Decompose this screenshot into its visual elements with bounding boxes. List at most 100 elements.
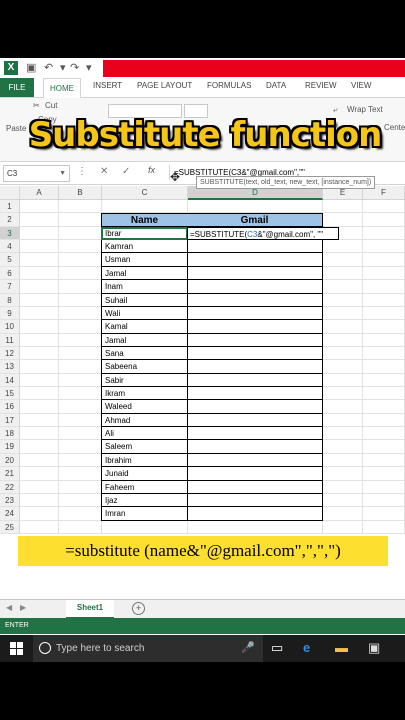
select-all-corner[interactable] bbox=[0, 186, 20, 200]
row-header[interactable]: 9 bbox=[0, 306, 20, 321]
row-header[interactable]: 18 bbox=[0, 427, 20, 441]
function-tooltip[interactable]: SUBSTITUTE(text, old_text, new_text, [in… bbox=[196, 176, 376, 189]
row-header[interactable]: 14 bbox=[0, 373, 20, 388]
scroll-left-icon[interactable]: ◀ bbox=[6, 603, 12, 612]
row-header[interactable]: 19 bbox=[0, 440, 20, 454]
name-cell[interactable]: Ali bbox=[101, 427, 188, 441]
row-header[interactable]: 21 bbox=[0, 467, 20, 481]
name-cell[interactable]: Jamal bbox=[101, 333, 188, 347]
windows-start-icon[interactable] bbox=[10, 642, 23, 655]
cancel-icon[interactable]: ✕ bbox=[100, 166, 108, 177]
tab-formulas[interactable]: FORMULAS bbox=[207, 81, 251, 90]
name-cell[interactable]: Ikram bbox=[101, 387, 188, 401]
add-sheet-icon[interactable]: + bbox=[132, 602, 145, 615]
gmail-cell[interactable] bbox=[187, 373, 323, 388]
row-header[interactable]: 2 bbox=[0, 213, 20, 227]
tab-file[interactable]: FILE bbox=[0, 78, 34, 97]
tab-data[interactable]: DATA bbox=[266, 81, 286, 90]
row-header[interactable]: 12 bbox=[0, 346, 20, 361]
save-icon[interactable]: ▣ bbox=[26, 61, 36, 74]
tab-page-layout[interactable]: PAGE LAYOUT bbox=[137, 81, 192, 90]
scroll-right-icon[interactable]: ▶ bbox=[20, 603, 26, 612]
row-header[interactable]: 25 bbox=[0, 520, 20, 534]
column-header[interactable]: C bbox=[102, 186, 188, 200]
row-header[interactable]: 1 bbox=[0, 200, 20, 214]
row-header[interactable]: 11 bbox=[0, 333, 20, 347]
gmail-cell[interactable] bbox=[187, 253, 323, 267]
microphone-icon[interactable]: 🎤 bbox=[241, 641, 255, 654]
customize-qat-icon[interactable]: ▾ bbox=[86, 61, 92, 74]
row-header[interactable]: 24 bbox=[0, 507, 20, 521]
name-cell[interactable]: Waleed bbox=[101, 400, 188, 414]
row-header[interactable]: 22 bbox=[0, 480, 20, 494]
wrap-text-button[interactable]: Wrap Text bbox=[347, 105, 383, 114]
gmail-cell[interactable] bbox=[187, 306, 323, 321]
gmail-cell[interactable] bbox=[187, 507, 323, 521]
gmail-cell[interactable] bbox=[187, 467, 323, 481]
gmail-cell[interactable] bbox=[187, 360, 323, 374]
row-header[interactable]: 6 bbox=[0, 266, 20, 281]
worksheet-grid[interactable]: A B C D E F 1 2 3 4 5 6 7 8 9 10 11 12 13 14 15 16 17 18 19 20 21 2… bbox=[0, 186, 405, 586]
gmail-cell[interactable] bbox=[187, 387, 323, 401]
sheet-tab-sheet1[interactable]: Sheet1 bbox=[66, 600, 114, 619]
name-cell[interactable]: Junaid bbox=[101, 467, 188, 481]
gmail-cell[interactable] bbox=[187, 320, 323, 334]
name-cell[interactable]: Ahmad bbox=[101, 413, 188, 428]
gmail-cell[interactable] bbox=[187, 493, 323, 508]
name-cell[interactable]: Wali bbox=[101, 306, 188, 321]
gmail-cell[interactable] bbox=[187, 293, 323, 307]
name-cell[interactable]: Inam bbox=[101, 280, 188, 294]
row-header[interactable]: 17 bbox=[0, 413, 20, 428]
gmail-cell[interactable] bbox=[187, 280, 323, 294]
name-cell[interactable]: Usman bbox=[101, 253, 188, 267]
gmail-cell[interactable] bbox=[187, 240, 323, 254]
enter-icon[interactable]: ✓ bbox=[122, 166, 130, 177]
table-header-name[interactable]: Name bbox=[101, 213, 188, 227]
column-header[interactable]: B bbox=[59, 186, 102, 200]
chevron-down-icon[interactable]: ▼ bbox=[59, 166, 66, 181]
tab-review[interactable]: REVIEW bbox=[305, 81, 337, 90]
taskbar-search[interactable]: Type here to search 🎤 bbox=[33, 635, 263, 662]
gmail-cell[interactable] bbox=[187, 440, 323, 454]
gmail-cell[interactable] bbox=[187, 427, 323, 441]
store-icon[interactable]: ▣ bbox=[368, 640, 380, 656]
row-header[interactable]: 7 bbox=[0, 280, 20, 294]
gmail-cell[interactable] bbox=[187, 333, 323, 347]
row-header[interactable]: 23 bbox=[0, 493, 20, 508]
task-view-icon[interactable]: ▭ bbox=[271, 640, 283, 656]
tab-view[interactable]: VIEW bbox=[351, 81, 371, 90]
cut-button[interactable]: Cut bbox=[45, 101, 57, 110]
name-cell[interactable]: Suhail bbox=[101, 293, 188, 307]
gmail-cell[interactable]: =SUBSTITUTE(C3&"@gmail.com", "" bbox=[187, 226, 339, 241]
row-header[interactable]: 8 bbox=[0, 293, 20, 307]
row-header[interactable]: 10 bbox=[0, 320, 20, 334]
redo-icon[interactable]: ↷ bbox=[70, 61, 79, 74]
name-cell[interactable]: Sabir bbox=[101, 373, 188, 388]
row-header[interactable]: 5 bbox=[0, 253, 20, 267]
name-cell[interactable]: Saleem bbox=[101, 440, 188, 454]
undo-dropdown-icon[interactable]: ▾ bbox=[60, 61, 66, 74]
file-explorer-icon[interactable]: ▬ bbox=[335, 640, 348, 655]
name-cell[interactable]: Ibrar bbox=[101, 226, 188, 241]
row-header[interactable]: 15 bbox=[0, 387, 20, 401]
insert-function-button[interactable]: fx bbox=[148, 165, 155, 175]
table-header-gmail[interactable]: Gmail bbox=[187, 213, 323, 227]
gmail-cell[interactable] bbox=[187, 346, 323, 361]
row-header[interactable]: 4 bbox=[0, 240, 20, 254]
name-cell[interactable]: Sabeena bbox=[101, 360, 188, 374]
row-header[interactable]: 13 bbox=[0, 360, 20, 374]
gmail-cell[interactable] bbox=[187, 266, 323, 281]
gmail-cell[interactable] bbox=[187, 400, 323, 414]
name-cell[interactable]: Jamal bbox=[101, 266, 188, 281]
row-header[interactable]: 20 bbox=[0, 453, 20, 468]
row-header[interactable]: 3 bbox=[0, 226, 20, 241]
gmail-cell[interactable] bbox=[187, 480, 323, 494]
merge-center-button[interactable]: Center bbox=[384, 123, 405, 132]
edge-icon[interactable]: e bbox=[303, 640, 310, 655]
name-cell[interactable]: Faheem bbox=[101, 480, 188, 494]
name-cell[interactable]: Ibrahim bbox=[101, 453, 188, 468]
tab-insert[interactable]: INSERT bbox=[93, 81, 122, 90]
name-box[interactable]: C3 ▼ bbox=[3, 165, 70, 182]
tab-home[interactable]: HOME bbox=[43, 78, 81, 98]
row-header[interactable]: 16 bbox=[0, 400, 20, 414]
